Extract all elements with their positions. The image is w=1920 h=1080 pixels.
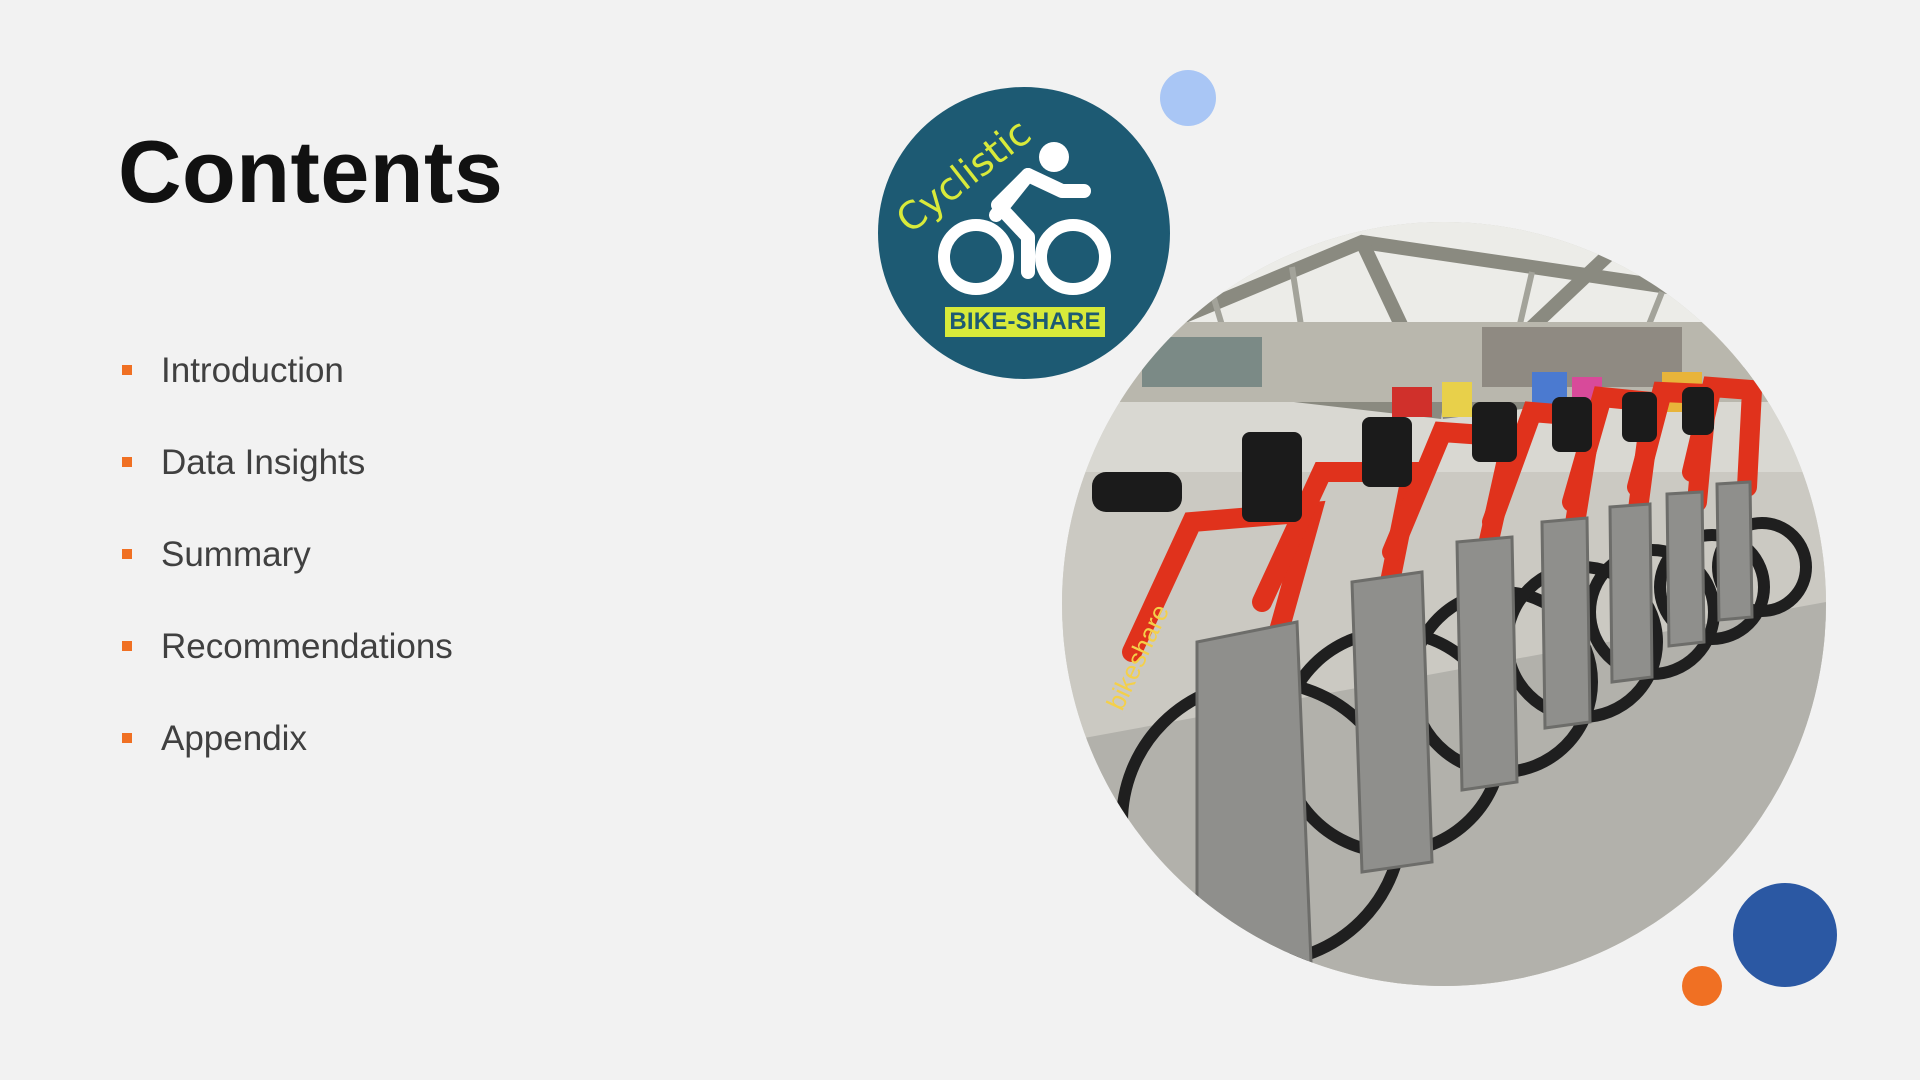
- bullet-icon: [122, 365, 132, 375]
- contents-item-introduction: Introduction: [120, 345, 453, 437]
- contents-item-summary: Summary: [120, 529, 453, 621]
- decorative-orange-circle: [1682, 966, 1722, 1006]
- contents-item-data-insights: Data Insights: [120, 437, 453, 529]
- contents-item-label: Appendix: [161, 719, 307, 758]
- contents-item-label: Data Insights: [161, 443, 366, 482]
- contents-item-recommendations: Recommendations: [120, 621, 453, 713]
- logo-badge: BIKE-SHARE: [945, 307, 1105, 337]
- bullet-icon: [122, 641, 132, 651]
- slide-title: Contents: [118, 122, 504, 221]
- bike-share-station-photo: bikeshare: [1062, 222, 1826, 986]
- bullet-icon: [122, 457, 132, 467]
- bullet-icon: [122, 549, 132, 559]
- contents-item-label: Summary: [161, 535, 311, 574]
- contents-list: Introduction Data Insights Summary Recom…: [120, 345, 453, 805]
- decorative-dark-blue-circle: [1733, 883, 1837, 987]
- slide: Contents Introduction Data Insights Summ…: [0, 0, 1920, 1080]
- contents-item-appendix: Appendix: [120, 713, 453, 805]
- contents-item-label: Introduction: [161, 351, 344, 390]
- cyclistic-logo: Cyclistic BIKE-SHARE: [878, 87, 1170, 379]
- bullet-icon: [122, 733, 132, 743]
- contents-item-label: Recommendations: [161, 627, 453, 666]
